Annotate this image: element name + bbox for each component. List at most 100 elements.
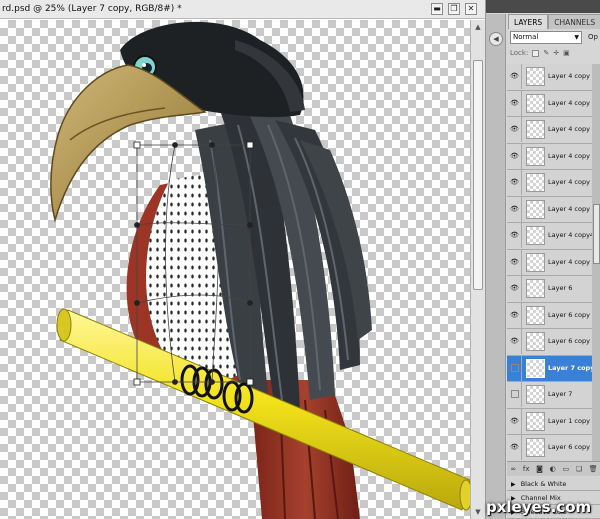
eye-icon-hidden[interactable]	[508, 355, 522, 381]
eye-icon-hidden[interactable]	[508, 382, 522, 407]
eye-icon[interactable]: 👁	[508, 435, 522, 460]
layer-row[interactable]: 👁 Layer 4 copy 19	[507, 90, 600, 117]
lock-all-icon[interactable]: ▣	[563, 47, 570, 59]
fx-icon[interactable]: fx	[523, 465, 530, 473]
panel-dock-strip: ◀	[486, 14, 506, 519]
layer-thumbnail	[526, 358, 545, 378]
layer-thumbnail	[526, 305, 545, 325]
layers-scrollbar[interactable]	[592, 64, 600, 461]
layers-panel: ◀ LAYERS CHANNELS Normal ▼ Op Lock: ✎ ✛ …	[485, 0, 600, 519]
lock-transparent-icon[interactable]	[532, 49, 540, 57]
layer-row[interactable]: 👁 Layer 4 copy 5	[507, 249, 600, 276]
opacity-label[interactable]: Op	[588, 31, 598, 44]
layer-thumbnail	[526, 199, 545, 219]
eye-icon[interactable]: 👁	[508, 196, 522, 222]
layers-panel-toolbar: ∞ fx ◙ ◐ ▭ ❏ 🗑	[507, 461, 600, 476]
watermark: pxleyes.com	[486, 498, 592, 516]
artwork-bird	[50, 21, 473, 519]
chevron-down-icon: ▼	[574, 34, 579, 41]
layer-thumbnail	[526, 120, 545, 139]
layer-name: Layer 6 copy	[548, 310, 590, 319]
layer-name: Layer 6	[548, 284, 573, 292]
canvas[interactable]	[0, 20, 473, 519]
layer-name: Layer 4 copy 2	[548, 178, 597, 186]
layer-thumbnail	[526, 146, 545, 166]
layer-row[interactable]: 👁 Layer 6 copy 5	[507, 329, 600, 356]
eye-icon[interactable]: 👁	[508, 223, 522, 248]
lock-position-icon[interactable]: ✛	[553, 47, 559, 59]
layer-row[interactable]: Layer 7	[507, 382, 600, 409]
eye-icon[interactable]: 👁	[508, 143, 522, 169]
layer-row[interactable]: 👁 Layer 4 copy4	[507, 223, 600, 250]
eye-icon[interactable]: 👁	[508, 64, 522, 89]
close-button[interactable]: ✕	[465, 3, 477, 15]
layer-thumbnail	[526, 252, 545, 272]
folder-icon[interactable]: ▭	[562, 465, 569, 473]
layer-row[interactable]: 👁 Layer 1 copy	[507, 408, 600, 435]
layer-thumbnail	[526, 385, 545, 404]
tab-channels[interactable]: CHANNELS	[548, 14, 600, 29]
expand-triangle-icon: ▶	[511, 481, 516, 488]
mask-icon[interactable]: ◙	[536, 465, 543, 473]
scroll-thumb[interactable]	[473, 60, 483, 290]
layer-row[interactable]: 👁 Layer 6 copy 2	[507, 435, 600, 461]
blend-mode-select[interactable]: Normal ▼	[510, 31, 582, 44]
layer-row[interactable]: 👁 Layer 4 copy 20	[507, 64, 600, 91]
layer-row[interactable]: 👁 Layer 4 copy 3	[507, 196, 600, 223]
tab-layers[interactable]: LAYERS	[508, 14, 549, 29]
eye-icon[interactable]: 👁	[508, 276, 522, 301]
layer-row[interactable]: 👁 Layer 6 copy	[507, 302, 600, 329]
eye-icon[interactable]: 👁	[508, 249, 522, 275]
layer-thumbnail	[526, 173, 545, 192]
trash-icon[interactable]: 🗑	[589, 465, 598, 473]
layer-list: 👁 Layer 4 copy 20 👁 Layer 4 copy 19 👁 La…	[507, 64, 600, 461]
layer-name: Layer 4 copy4	[548, 231, 595, 239]
eye-icon[interactable]: 👁	[508, 117, 522, 142]
layer-name: Layer 4 copy 5	[548, 257, 597, 266]
document-window: rd.psd @ 25% (Layer 7 copy, RGB/8#) * ▬ …	[0, 0, 485, 519]
layer-name: Layer 7	[548, 390, 573, 398]
layer-name: Layer 6 copy 5	[548, 337, 597, 345]
layer-name: Layer 4 copy	[548, 151, 590, 160]
adjustment-name: Black & White	[520, 480, 567, 488]
layer-name: Layer 1 copy	[548, 416, 590, 425]
panel-header-bar	[486, 0, 600, 13]
restore-button[interactable]: ❐	[448, 3, 460, 15]
scroll-down-icon[interactable]: ▼	[473, 507, 483, 517]
eye-icon[interactable]: 👁	[508, 170, 522, 195]
layer-row[interactable]: 👁 Layer 6	[507, 276, 600, 303]
lock-label: Lock:	[510, 49, 529, 57]
layers-scroll-thumb[interactable]	[593, 204, 600, 264]
layer-thumbnail	[526, 93, 545, 113]
layer-row[interactable]: 👁 Layer 4 copy	[507, 143, 600, 170]
lock-pixels-icon[interactable]: ✎	[543, 47, 549, 59]
layer-thumbnail	[526, 67, 545, 86]
document-title: rd.psd @ 25% (Layer 7 copy, RGB/8#) *	[2, 4, 182, 14]
adjustment-item[interactable]: ▶ Black & White	[507, 477, 600, 491]
layer-thumbnail	[526, 411, 545, 431]
layer-thumbnail	[526, 226, 545, 245]
eye-icon[interactable]: 👁	[508, 90, 522, 116]
layer-thumbnail	[526, 279, 545, 298]
layer-row[interactable]: 👁 Layer 4 copy 18	[507, 117, 600, 144]
document-title-bar[interactable]: rd.psd @ 25% (Layer 7 copy, RGB/8#) * ▬ …	[0, 0, 485, 19]
adjustment-icon[interactable]: ◐	[550, 465, 556, 473]
minimize-button[interactable]: ▬	[431, 3, 443, 15]
layer-name: Layer 6 copy 2	[548, 443, 597, 451]
layer-name: Layer 7 copy	[548, 363, 595, 372]
layer-row[interactable]: 👁 Layer 4 copy 2	[507, 170, 600, 197]
lock-row: Lock: ✎ ✛ ▣	[510, 47, 570, 59]
layer-row-selected[interactable]: Layer 7 copy	[507, 355, 600, 382]
eye-icon[interactable]: 👁	[508, 408, 522, 434]
layer-name: Layer 4 copy 3	[548, 204, 597, 213]
eye-icon[interactable]: 👁	[508, 329, 522, 354]
collapse-panel-icon[interactable]: ◀	[489, 32, 503, 46]
blend-mode-value: Normal	[513, 33, 539, 41]
scroll-up-icon[interactable]: ▲	[473, 22, 483, 32]
link-icon[interactable]: ∞	[510, 465, 516, 473]
new-layer-icon[interactable]: ❏	[576, 465, 582, 473]
panel-tabs: LAYERS CHANNELS	[508, 14, 600, 29]
layer-thumbnail	[526, 332, 545, 351]
canvas-vertical-scrollbar[interactable]: ▲ ▼	[470, 20, 485, 519]
eye-icon[interactable]: 👁	[508, 302, 522, 328]
